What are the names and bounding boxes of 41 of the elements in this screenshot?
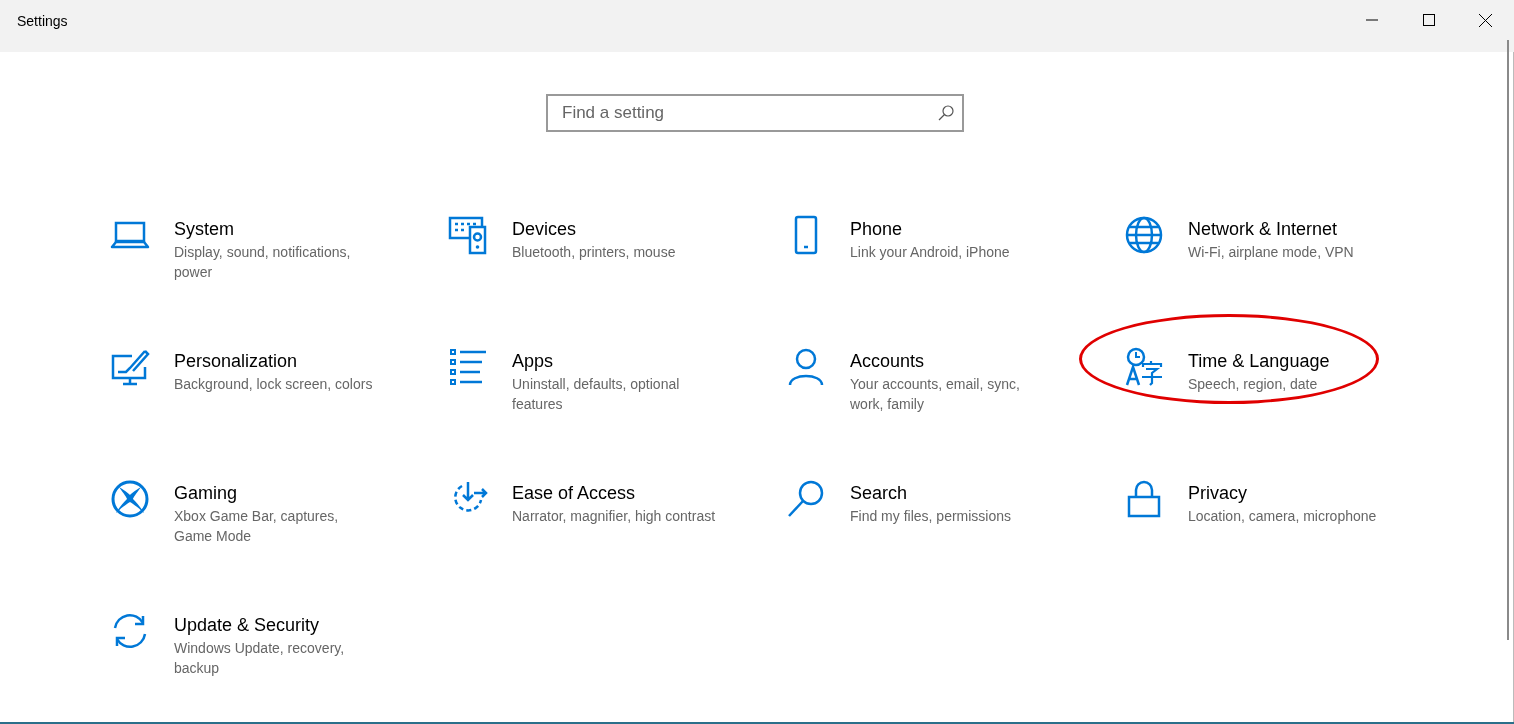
category-description: Location, camera, microphone: [1188, 507, 1378, 526]
category-description: Your accounts, email, sync, work, family: [850, 375, 1021, 414]
xbox-icon[interactable]: [110, 479, 150, 519]
category-description: Speech, region, date: [1188, 375, 1319, 394]
globe-icon[interactable]: [1124, 215, 1164, 255]
category-description: Uninstall, defaults, optional features: [512, 375, 681, 414]
window-title: Settings: [16, 12, 69, 29]
category-title[interactable]: Apps: [512, 349, 716, 373]
category-description: Wi-Fi, airplane mode, VPN: [1188, 243, 1355, 262]
category-description: Display, sound, notifications, power: [174, 243, 352, 282]
category-title[interactable]: Ease of Access: [512, 481, 716, 505]
category-description: Link your Android, iPhone: [850, 243, 1011, 262]
scrollbar[interactable]: [1507, 40, 1509, 640]
category-title[interactable]: Privacy: [1188, 481, 1392, 505]
person-icon[interactable]: [786, 347, 826, 387]
search-field[interactable]: Find a setting: [546, 94, 964, 132]
list-icon[interactable]: [448, 347, 488, 387]
category-description: Windows Update, recovery, backup: [174, 639, 346, 678]
category-title[interactable]: Personalization: [174, 349, 378, 373]
maximize-icon: [1422, 14, 1435, 26]
category-title[interactable]: Search: [850, 481, 1054, 505]
category-title[interactable]: Gaming: [174, 481, 378, 505]
category-title[interactable]: Devices: [512, 217, 716, 241]
category-description: Background, lock screen, colors: [174, 375, 374, 394]
category-description: Bluetooth, printers, mouse: [512, 243, 677, 262]
category-description: Narrator, magnifier, high contrast: [512, 507, 716, 526]
category-description: Find my files, permissions: [850, 507, 1013, 526]
magnifier-icon[interactable]: [786, 479, 826, 519]
keyboard-speaker-icon[interactable]: [448, 215, 488, 255]
category-title[interactable]: Network & Internet: [1188, 217, 1392, 241]
clock-letter-icon[interactable]: [1124, 347, 1164, 387]
close-icon: [1479, 13, 1492, 27]
category-title[interactable]: Time & Language: [1188, 349, 1392, 373]
monitor-brush-icon[interactable]: [110, 347, 150, 387]
category-description: Xbox Game Bar, captures, Game Mode: [174, 507, 340, 546]
category-title[interactable]: Accounts: [850, 349, 1054, 373]
minimize-icon: [1365, 19, 1378, 21]
category-title[interactable]: Phone: [850, 217, 1054, 241]
category-title[interactable]: Update & Security: [174, 613, 378, 637]
search-icon: [938, 105, 954, 121]
category-title[interactable]: System: [174, 217, 378, 241]
